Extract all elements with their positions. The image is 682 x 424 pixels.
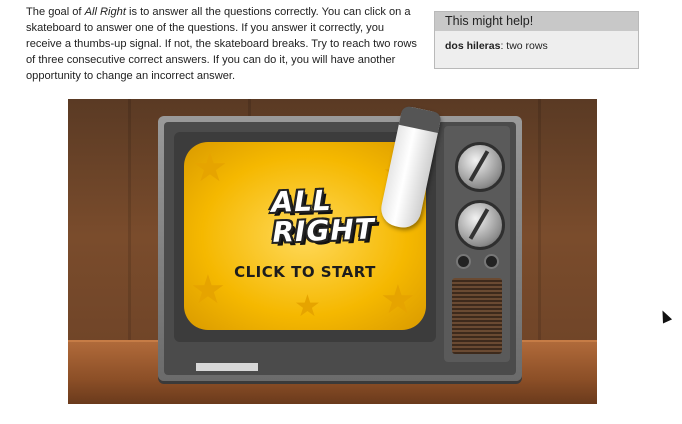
star-icon: ★ [380,278,416,322]
help-term: dos hileras [445,40,501,52]
sock-cuff [398,105,443,134]
help-box-body: dos hileras: two rows [435,31,638,52]
game-name: All Right [84,6,126,18]
instructions-paragraph: The goal of All Right is to answer all t… [26,4,422,84]
click-to-start-button[interactable]: CLICK TO START [184,263,426,281]
volume-dial-icon [455,200,505,250]
instructions-text-start: The goal of [26,6,85,18]
logo-line-2: RIGHT [271,212,376,249]
help-box-title: This might help! [435,12,638,31]
star-icon: ★ [192,146,228,190]
retro-tv[interactable]: ★ ★ ★ ★ ★ ALL RIGHT CLICK TO START [158,105,522,381]
channel-dial-icon [455,142,505,192]
all-right-logo: ALL RIGHT [271,184,383,256]
help-definition: : two rows [500,40,548,52]
tv-label-plate [196,363,258,371]
help-box: This might help! dos hileras: two rows [434,11,639,69]
knob-icon [484,254,499,269]
speaker-grille [452,278,502,354]
tv-control-panel [444,126,510,362]
mouse-cursor-icon [657,308,673,324]
knob-icon [456,254,471,269]
game-start-area[interactable]: ★ ★ ★ ★ ★ ALL RIGHT CLICK TO START [68,99,597,404]
star-icon: ★ [294,290,321,323]
